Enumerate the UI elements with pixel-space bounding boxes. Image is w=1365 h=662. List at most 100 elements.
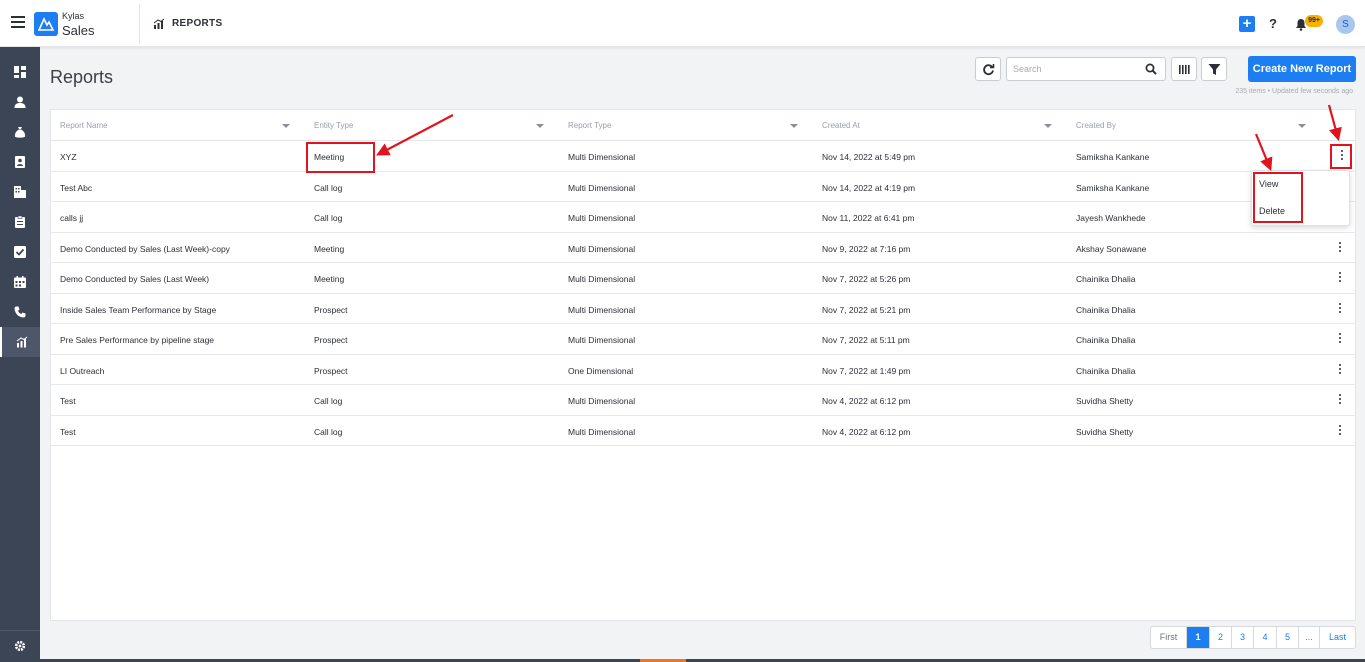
pagination-page[interactable]: 1 [1187,627,1210,648]
sidebar-item-deals[interactable] [0,117,40,147]
table-row[interactable]: Pre Sales Performance by pipeline stage … [51,324,1355,355]
sort-caret-icon[interactable] [1298,124,1306,128]
column-header-report-type[interactable]: Report Type [568,121,611,130]
column-header-created-at[interactable]: Created At [822,121,860,130]
breadcrumb: REPORTS [172,18,223,29]
row-actions-menu-icon[interactable] [1335,241,1345,256]
entity-type-cell: Call log [314,426,343,437]
table-row[interactable]: Test Abc Call log Multi Dimensional Nov … [51,172,1355,202]
items-meta: 235 items • Updated few seconds ago [1235,88,1353,95]
row-actions-menu-icon[interactable] [1335,333,1345,347]
table-row[interactable]: Demo Conducted by Sales (Last Week) Meet… [51,263,1355,294]
hamburger-menu-icon[interactable] [11,16,25,28]
quick-add-button[interactable]: + [1239,16,1255,32]
phone-icon [14,306,26,318]
sidebar-item-contacts[interactable] [0,147,40,177]
table-row[interactable]: LI Outreach Prospect One Dimensional Nov… [51,355,1355,385]
created-at-cell: Nov 14, 2022 at 5:49 pm [822,152,916,162]
pagination: First 1 2 3 4 5 ... Last [1150,626,1356,649]
report-name-cell[interactable]: Demo Conducted by Sales (Last Week)-copy [60,244,230,254]
created-at-cell: Nov 7, 2022 at 5:21 pm [822,304,911,315]
report-type-cell: Multi Dimensional [568,243,636,254]
sidebar-item-calls[interactable] [0,297,40,327]
report-name-cell[interactable]: Test [60,427,76,437]
pagination-first[interactable]: First [1151,627,1187,648]
kylas-logo-icon[interactable] [34,12,58,36]
avatar[interactable]: S [1336,15,1355,34]
report-name-cell[interactable]: Inside Sales Team Performance by Stage [60,305,216,315]
sort-caret-icon[interactable] [282,124,290,128]
page-title: Reports [50,67,114,87]
report-type-cell: Multi Dimensional [568,396,636,406]
created-at-cell: Nov 4, 2022 at 6:12 pm [822,396,911,406]
sort-caret-icon[interactable] [790,124,798,128]
search-input[interactable] [1013,61,1138,77]
filter-icon [1208,64,1221,75]
report-name-cell[interactable]: Test [60,396,76,406]
search-icon[interactable] [1145,63,1157,75]
building-icon [14,186,26,198]
sidebar-item-calendar[interactable] [0,267,40,297]
report-name-cell[interactable]: Pre Sales Performance by pipeline stage [60,335,214,345]
created-by-cell: Samiksha Kankane [1076,182,1150,193]
sidebar-item-tasks-list[interactable] [0,207,40,237]
sidebar-item-companies[interactable] [0,177,40,207]
created-by-cell: Suvidha Shetty [1076,426,1134,437]
pagination-page[interactable]: 2 [1210,627,1232,648]
created-at-cell: Nov 4, 2022 at 6:12 pm [822,426,911,437]
report-name-cell[interactable]: XYZ [60,152,77,162]
report-type-cell: Multi Dimensional [568,274,636,284]
sidebar-item-users[interactable] [0,87,40,117]
pagination-last[interactable]: Last [1320,627,1355,648]
pagination-page[interactable]: 3 [1232,627,1254,648]
report-name-cell[interactable]: Demo Conducted by Sales (Last Week) [60,274,209,284]
report-type-cell: One Dimensional [568,365,634,376]
calendar-icon [14,276,26,288]
report-name-cell[interactable]: Test Abc [60,183,92,193]
row-actions-menu-icon[interactable] [1335,272,1345,286]
created-at-cell: Nov 7, 2022 at 1:49 pm [822,365,911,376]
row-actions-menu-icon[interactable] [1335,424,1345,439]
table-row[interactable]: Test Call log Multi Dimensional Nov 4, 2… [51,385,1355,416]
annotation-highlight-box [1330,144,1352,169]
report-type-cell: Multi Dimensional [568,152,636,162]
row-actions-menu-icon[interactable] [1335,363,1345,378]
pagination-page[interactable]: 5 [1277,627,1299,648]
sidebar-item-dashboard[interactable] [0,57,40,87]
refresh-button[interactable] [975,57,1001,81]
table-row[interactable]: Inside Sales Team Performance by Stage P… [51,294,1355,324]
column-header-created-by[interactable]: Created By [1076,121,1116,130]
dashboard-icon [14,66,26,78]
reports-icon [16,336,28,348]
column-header-report-name[interactable]: Report Name [60,121,108,130]
table-row[interactable]: calls jj Call log Multi Dimensional Nov … [51,202,1355,233]
create-new-report-button[interactable]: Create New Report [1248,56,1356,82]
sidebar-item-reports[interactable] [0,327,40,357]
row-actions-menu-icon[interactable] [1335,302,1345,317]
filter-button[interactable] [1201,57,1227,81]
created-by-cell: Jayesh Wankhede [1076,213,1146,223]
entity-type-cell: Prospect [314,365,348,376]
report-type-cell: Multi Dimensional [568,426,636,437]
table-row[interactable]: Demo Conducted by Sales (Last Week)-copy… [51,233,1355,263]
table-row[interactable]: Test Call log Multi Dimensional Nov 4, 2… [51,416,1355,446]
sort-caret-icon[interactable] [1044,124,1052,128]
report-type-cell: Multi Dimensional [568,213,636,223]
row-actions-menu-icon[interactable] [1335,394,1345,408]
sort-caret-icon[interactable] [536,124,544,128]
sidebar-item-settings[interactable] [0,630,40,662]
columns-button[interactable] [1171,57,1197,81]
help-button[interactable]: ? [1269,16,1277,31]
sidebar-item-tasks[interactable] [0,237,40,267]
entity-type-cell: Prospect [314,304,348,315]
report-name-cell[interactable]: calls jj [60,213,83,223]
user-icon [14,96,26,108]
entity-type-cell: Call log [314,182,343,193]
pagination-page[interactable]: 4 [1254,627,1277,648]
search-field[interactable] [1006,57,1166,81]
column-header-entity-type[interactable]: Entity Type [314,121,353,130]
table-row[interactable]: XYZ Meeting Multi Dimensional Nov 14, 20… [51,141,1355,172]
created-by-cell: Chainika Dhalia [1076,274,1136,284]
report-name-cell[interactable]: LI Outreach [60,366,104,376]
entity-type-cell: Call log [314,213,343,223]
